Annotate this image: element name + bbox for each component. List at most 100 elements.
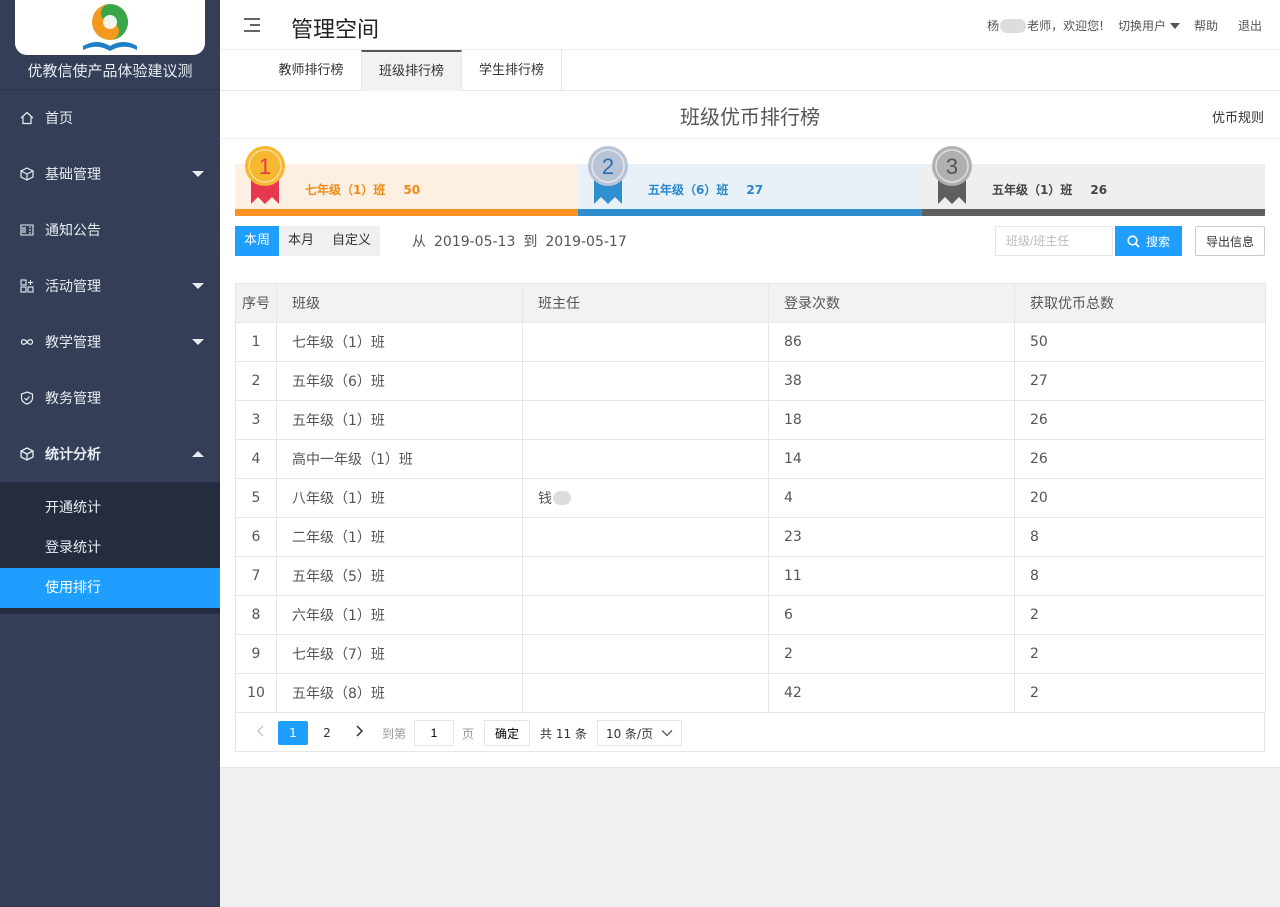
cell-index: 5 <box>235 478 277 518</box>
next-page-icon[interactable] <box>344 721 374 745</box>
prev-page-icon[interactable] <box>246 721 276 745</box>
table-row: 1 七年级（1）班 86 50 <box>235 322 1266 362</box>
sidebar-item-basic[interactable]: 基础管理 <box>0 146 220 202</box>
cell-index: 9 <box>235 634 277 674</box>
sidebar-subitem-activation-stats[interactable]: 开通统计 <box>0 488 220 528</box>
rank-text: 七年级（1）班 50 <box>305 181 420 198</box>
sidebar-item-label: 教务管理 <box>45 391 101 407</box>
cell-logins: 11 <box>768 556 1015 596</box>
sidebar-item-home[interactable]: 首页 <box>0 90 220 146</box>
cell-teacher <box>522 634 769 674</box>
svg-text:3: 3 <box>946 154 958 179</box>
statistics-submenu: 开通统计 登录统计 使用排行 <box>0 482 220 614</box>
sidebar-item-label: 首页 <box>45 111 73 127</box>
org-name: 优教信使产品体验建议测 <box>27 62 193 80</box>
cell-teacher <box>522 517 769 557</box>
coin-rules-link[interactable]: 优币规则 <box>1212 107 1264 126</box>
sidebar-item-statistics[interactable]: 统计分析 <box>0 426 220 482</box>
from-date: 2019-05-13 <box>434 234 516 250</box>
rank-text: 五年级（1）班 26 <box>992 181 1107 198</box>
period-this-week-button[interactable]: 本周 <box>235 226 280 256</box>
tab-teacher-ranking[interactable]: 教师排行榜 <box>261 50 361 91</box>
logo-area: 优教信使产品体验建议测 <box>0 0 220 90</box>
rank-text: 五年级（6）班 27 <box>648 181 763 198</box>
sidebar-item-label: 基础管理 <box>45 167 101 183</box>
sidebar-item-label: 通知公告 <box>45 223 101 239</box>
rank-band <box>578 209 922 216</box>
svg-text:1: 1 <box>259 154 271 179</box>
from-label: 从 <box>412 234 426 250</box>
search-icon <box>1127 234 1140 248</box>
filter-bar: 本周 本月 自定义 从 2019-05-13 到 2019-05-17 搜索 导出信息 <box>235 226 1265 256</box>
sidebar: 优教信使产品体验建议测 首页 基础管理 通知公告 活动管理 教学管理 教务管理 … <box>0 0 220 907</box>
sidebar-item-academic[interactable]: 教务管理 <box>0 370 220 426</box>
cell-teacher <box>522 439 769 479</box>
cell-class: 二年级（1）班 <box>276 517 523 557</box>
logout-link[interactable]: 退出 <box>1238 17 1262 34</box>
shield-icon <box>20 391 34 405</box>
period-custom-button[interactable]: 自定义 <box>323 226 380 256</box>
cell-coins: 8 <box>1014 556 1266 596</box>
goto-page-input[interactable] <box>414 720 455 746</box>
table-header-row: 序号 班级 班主任 登录次数 获取优币总数 <box>235 283 1266 323</box>
chevron-down-icon <box>192 339 204 345</box>
column-header: 登录次数 <box>768 283 1015 323</box>
page-size-value: 10 条/页 <box>605 726 654 741</box>
menu-toggle-icon[interactable] <box>244 17 262 33</box>
sidebar-subitem-login-stats[interactable]: 登录统计 <box>0 528 220 568</box>
sidebar-item-notice[interactable]: 通知公告 <box>0 202 220 258</box>
export-button[interactable]: 导出信息 <box>1195 226 1265 256</box>
goto-confirm-button[interactable]: 确定 <box>484 720 531 746</box>
tab-student-ranking[interactable]: 学生排行榜 <box>462 50 562 91</box>
welcome-prefix: 杨 <box>987 19 1000 33</box>
to-label: 到 <box>523 234 538 250</box>
sidebar-item-teaching[interactable]: 教学管理 <box>0 314 220 370</box>
rank-card-2: 2 五年级（6）班 27 <box>578 146 922 216</box>
sidebar-subitem-usage-ranking[interactable]: 使用排行 <box>0 568 220 608</box>
cell-logins: 38 <box>768 361 1015 401</box>
page-button-1[interactable]: 1 <box>278 721 308 745</box>
help-link[interactable]: 帮助 <box>1194 17 1218 34</box>
search-button[interactable]: 搜索 <box>1115 226 1182 256</box>
cell-index: 1 <box>235 322 277 362</box>
period-selector: 本周 本月 自定义 <box>235 226 381 256</box>
table-row: 8 六年级（1）班 6 2 <box>235 595 1266 635</box>
page-button-2[interactable]: 2 <box>312 721 342 745</box>
header-actions: 杨 老师，欢迎您! 切换用户 帮助 退出 <box>987 17 1262 34</box>
cell-logins: 6 <box>768 595 1015 635</box>
main-content: 班级优币排行榜 优币规则 1 七年级（1）班 50 2 五年级（6）班 27 3… <box>220 91 1280 768</box>
period-this-month-button[interactable]: 本月 <box>279 226 323 256</box>
cell-class: 七年级（7）班 <box>276 634 523 674</box>
top3-podium: 1 七年级（1）班 50 2 五年级（6）班 27 3 五年级（1）班 26 <box>235 146 1265 216</box>
cell-class: 五年级（6）班 <box>276 361 523 401</box>
cell-teacher <box>522 400 769 440</box>
page-size-select[interactable]: 10 条/页 <box>596 720 682 746</box>
cell-class: 六年级（1）班 <box>276 595 523 635</box>
sidebar-item-label: 教学管理 <box>45 335 101 351</box>
cell-logins: 23 <box>768 517 1015 557</box>
cell-index: 10 <box>235 673 277 713</box>
cell-teacher <box>522 673 769 713</box>
rank-band <box>235 209 578 216</box>
ranking-table: 序号 班级 班主任 登录次数 获取优币总数 1 七年级（1）班 86 50 2 五年级（6… <box>235 283 1266 713</box>
table-row: 10 五年级（8）班 42 2 <box>235 673 1266 713</box>
switch-user-button[interactable]: 切换用户 <box>1118 17 1180 34</box>
rank-score: 26 <box>1090 183 1108 197</box>
cell-class: 八年级（1）班 <box>276 478 523 518</box>
table-row: 5 八年级（1）班钱 4 20 <box>235 478 1266 518</box>
search-input[interactable] <box>995 226 1113 256</box>
cell-index: 3 <box>235 400 277 440</box>
tab-class-ranking[interactable]: 班级排行榜 <box>361 50 462 91</box>
rank-class: 七年级（1）班 <box>305 183 386 197</box>
redacted-name <box>1000 18 1027 33</box>
sidebar-item-activity[interactable]: 活动管理 <box>0 258 220 314</box>
top-header: 管理空间 杨 老师，欢迎您! 切换用户 帮助 退出 <box>220 0 1280 50</box>
cell-coins: 27 <box>1014 361 1266 401</box>
home-icon <box>20 111 34 125</box>
ranking-tabs: 教师排行榜 班级排行榜 学生排行榜 <box>220 50 1280 91</box>
gold-medal-icon: 1 <box>245 146 285 204</box>
cell-coins: 26 <box>1014 400 1266 440</box>
table-row: 3 五年级（1）班 18 26 <box>235 400 1266 440</box>
table-row: 7 五年级（5）班 11 8 <box>235 556 1266 596</box>
cube-icon <box>20 447 34 461</box>
